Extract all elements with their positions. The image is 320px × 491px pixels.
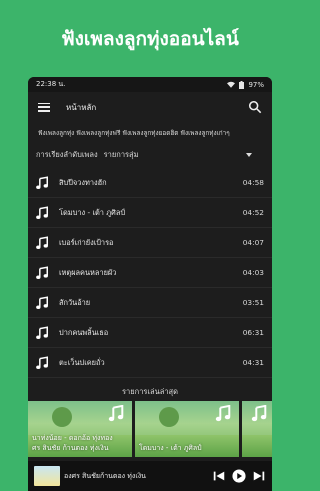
music-note-icon (36, 355, 48, 369)
recent-card[interactable]: นาท่งน้อย - ดอกอ้อ ทุ่งทอง ศร สินชัย ก้า… (28, 401, 132, 457)
sort-value: รายการสุ่ม (103, 150, 139, 159)
recent-card-line2: ศร สินชัย ก้านตอง ทุ่งเงิน (32, 444, 109, 452)
next-icon[interactable] (252, 469, 266, 483)
song-row[interactable]: ตะเว็นบ่เคยถั่ว 04:31 (28, 348, 272, 378)
song-duration: 04:52 (242, 208, 264, 217)
song-duration: 04:58 (242, 178, 264, 187)
wifi-icon (227, 81, 236, 88)
promo-headline: ฟังเพลงลูกทุ่งออนไลน์ (61, 28, 239, 50)
song-list: สิบปีจวงทางฮัก 04:58 โดมบาง - เต้า ภูศิลป์… (28, 168, 272, 378)
field-image (242, 435, 272, 457)
song-row[interactable]: สิบปีจวงทางฮัก 04:58 (28, 168, 272, 198)
music-note-icon (251, 405, 267, 422)
menu-icon[interactable] (38, 102, 50, 112)
recent-card-line1: นาท่งน้อย - ดอกอ้อ ทุ่งทอง (32, 434, 113, 442)
play-icon[interactable] (232, 469, 246, 483)
previous-icon[interactable] (212, 469, 226, 483)
song-duration: 03:51 (242, 298, 264, 307)
song-title: โดมบาง - เต้า ภูศิลป์ (59, 207, 126, 217)
mini-player[interactable]: องศร สินชัยก้านตอง ทุ่งเงิน (28, 461, 272, 491)
song-row[interactable]: เหตุผลคนหลายผัว 04:03 (28, 258, 272, 288)
tree-image (159, 407, 179, 427)
song-title: ปากคนพลิ้นเธอ (59, 327, 109, 337)
now-playing-title: องศร สินชัยก้านตอง ทุ่งเงิน (64, 471, 146, 480)
app-bar: หน้าหลัก (28, 92, 272, 122)
song-title: ตะเว็นบ่เคยถั่ว (59, 357, 105, 367)
song-row[interactable]: สักวันอ้าย 03:51 (28, 288, 272, 318)
sort-label: การเรียงลำดับเพลง (36, 150, 98, 159)
battery-icon (239, 80, 245, 89)
status-time: 22:38 น. (36, 80, 66, 88)
song-title: เบอร์เก่ายังเป้ารอ (59, 237, 114, 247)
song-duration: 04:31 (242, 358, 264, 367)
phone-screen: 22:38 น. 97% หน้าหลัก ฟังเพลงลูกทุ่ง ฟัง… (28, 77, 272, 491)
song-row[interactable]: เบอร์เก่ายังเป้ารอ 04:07 (28, 228, 272, 258)
recent-cards: นาท่งน้อย - ดอกอ้อ ทุ่งทอง ศร สินชัย ก้า… (28, 401, 272, 457)
music-note-icon (36, 175, 48, 189)
recent-card-partial[interactable] (242, 401, 272, 457)
song-duration: 04:07 (242, 238, 264, 247)
album-thumbnail (34, 466, 60, 486)
sort-selector[interactable]: การเรียงลำดับเพลง รายการสุ่ม (28, 144, 272, 166)
song-title: เหตุผลคนหลายผัว (59, 267, 117, 277)
recent-card-text: โดมบาง - เต้า ภูศิลป์ (139, 443, 202, 453)
status-icons: 97% (227, 80, 264, 89)
status-battery: 97% (248, 80, 264, 89)
music-note-icon (36, 295, 48, 309)
recent-card-text: นาท่งน้อย - ดอกอ้อ ทุ่งทอง ศร สินชัย ก้า… (32, 433, 113, 453)
status-bar: 22:38 น. 97% (28, 77, 272, 92)
recent-card[interactable]: โดมบาง - เต้า ภูศิลป์ (135, 401, 239, 457)
song-title: สิบปีจวงทางฮัก (59, 177, 107, 187)
music-note-icon (215, 405, 231, 422)
song-title: สักวันอ้าย (59, 297, 91, 307)
page-title: หน้าหลัก (66, 102, 97, 112)
music-note-icon (36, 325, 48, 339)
music-note-icon (36, 265, 48, 279)
recent-card-line1: โดมบาง - เต้า ภูศิลป์ (139, 444, 202, 452)
song-row[interactable]: ปากคนพลิ้นเธอ 06:31 (28, 318, 272, 348)
chevron-down-icon (246, 153, 252, 157)
song-duration: 04:03 (242, 268, 264, 277)
search-icon[interactable] (248, 100, 262, 114)
music-note-icon (36, 235, 48, 249)
music-note-icon (36, 205, 48, 219)
song-row[interactable]: โดมบาง - เต้า ภูศิลป์ 04:52 (28, 198, 272, 228)
music-note-icon (108, 405, 124, 422)
song-duration: 06:31 (242, 328, 264, 337)
recent-section-title: รายการเล่นล่าสุด (122, 387, 178, 396)
tagline-text: ฟังเพลงลูกทุ่ง ฟังเพลงลูกทุ่งฟรี ฟังเพลง… (38, 129, 230, 137)
tree-image (52, 407, 72, 427)
